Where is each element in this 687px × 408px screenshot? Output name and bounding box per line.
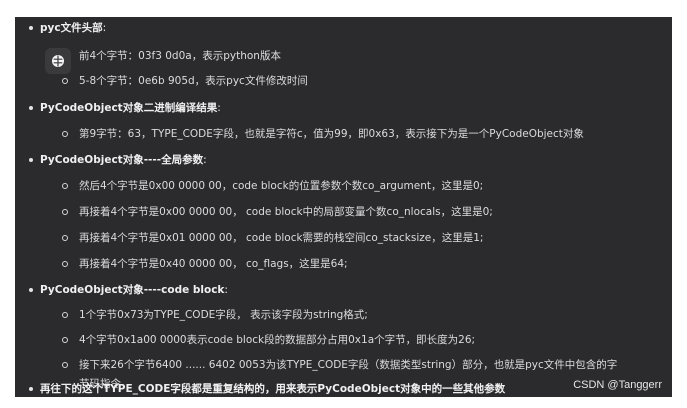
list-item: PyCodeObject对象二进制编译结果: bbox=[15, 97, 672, 119]
list-item: 第9字节：63，TYPE_CODE字段，也就是字符c，值为99，即0x63，表示… bbox=[15, 123, 672, 145]
section-heading: PyCodeObject对象----code block: bbox=[40, 284, 228, 296]
list-item-text: 再接着4个字节是0x40 0000 00， co_flags，这里是64; bbox=[79, 258, 348, 270]
section-heading: pyc文件头部: bbox=[40, 22, 107, 34]
list-item-text: 1个字节0x73为TYPE_CODE字段， 表示该字段为string格式; bbox=[79, 309, 368, 321]
bullet-disc bbox=[29, 26, 33, 30]
bullet-circle bbox=[62, 235, 68, 241]
bullet-circle bbox=[62, 337, 68, 343]
bullet-disc bbox=[29, 106, 33, 110]
list-item-text: 4个字节0x1a00 0000表示code block段的数据部分占用0x1a个… bbox=[79, 334, 476, 346]
list-item: 前4个字节：03f3 0d0a，表示python版本 bbox=[15, 45, 672, 67]
bullet-disc bbox=[29, 158, 33, 162]
bullet-circle bbox=[62, 362, 68, 368]
list-item: 再接着4个字节是0x40 0000 00， co_flags，这里是64; bbox=[15, 253, 672, 275]
bullet-circle bbox=[62, 312, 68, 318]
brain-icon-button[interactable] bbox=[45, 48, 71, 74]
section-heading: PyCodeObject对象二进制编译结果: bbox=[40, 102, 221, 114]
list-item: 然后4个字节是0x00 0000 00，code block的位置参数个数co_… bbox=[15, 175, 672, 197]
section-heading: 再往下的这个TYPE_CODE字段都是重复结构的，用来表示PyCodeObjec… bbox=[40, 383, 506, 395]
bullet-circle bbox=[62, 78, 68, 84]
list-item-text: 第9字节：63，TYPE_CODE字段，也就是字符c，值为99，即0x63，表示… bbox=[79, 128, 584, 140]
article-content-panel: pyc文件头部: 前4个字节：03f3 0d0a，表示python版本 5-8个… bbox=[15, 17, 672, 397]
list-item: pyc文件头部: bbox=[15, 17, 672, 39]
bullet-circle bbox=[62, 183, 68, 189]
list-item: 1个字节0x73为TYPE_CODE字段， 表示该字段为string格式; bbox=[15, 304, 672, 326]
csdn-watermark: CSDN @Tanggerr bbox=[573, 379, 662, 391]
list-item: 5-8个字节：0e6b 905d，表示pyc文件修改时间 bbox=[15, 70, 672, 92]
list-item: PyCodeObject对象----全局参数: bbox=[15, 149, 672, 171]
bullet-circle bbox=[62, 209, 68, 215]
list-item: 再接着4个字节是0x00 0000 00， code block中的局部变量个数… bbox=[15, 201, 672, 223]
list-item-text: 再接着4个字节是0x00 0000 00， code block中的局部变量个数… bbox=[79, 206, 493, 218]
brain-icon bbox=[52, 55, 64, 67]
list-item-text: 然后4个字节是0x00 0000 00，code block的位置参数个数co_… bbox=[79, 180, 484, 192]
list-item: 再接着4个字节是0x01 0000 00， code block需要的栈空间co… bbox=[15, 227, 672, 249]
bullet-circle bbox=[62, 261, 68, 267]
bullet-circle bbox=[62, 131, 68, 137]
bullet-list: pyc文件头部: 前4个字节：03f3 0d0a，表示python版本 5-8个… bbox=[15, 17, 672, 397]
list-item-text: 接下来26个字节6400 ...... 6402 0053为该TYPE_CODE… bbox=[79, 359, 618, 371]
list-item-text: 5-8个字节：0e6b 905d，表示pyc文件修改时间 bbox=[79, 75, 308, 87]
list-item: PyCodeObject对象----code block: bbox=[15, 279, 672, 301]
section-heading: PyCodeObject对象----全局参数: bbox=[40, 154, 207, 166]
bullet-disc bbox=[29, 288, 33, 292]
bullet-disc bbox=[29, 387, 33, 391]
list-item-text: 再接着4个字节是0x01 0000 00， code block需要的栈空间co… bbox=[79, 232, 484, 244]
list-item: 4个字节0x1a00 0000表示code block段的数据部分占用0x1a个… bbox=[15, 329, 672, 351]
list-item-text: 前4个字节：03f3 0d0a，表示python版本 bbox=[79, 50, 281, 62]
